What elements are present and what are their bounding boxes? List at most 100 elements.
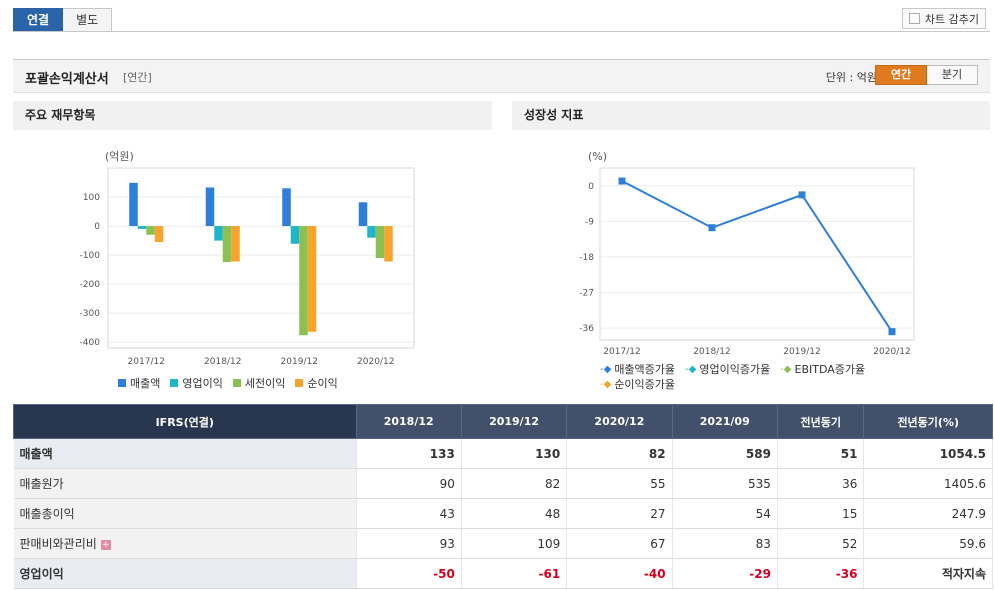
table-row: 영업이익 -50 -61 -40 -29 -36 적자지속	[13, 558, 993, 589]
table-header-col: 전년동기	[776, 404, 865, 439]
row-label-text: 영업이익	[19, 567, 64, 581]
y-tick-label: -200	[80, 280, 101, 290]
y-tick-label: -100	[80, 251, 101, 261]
tab-annual[interactable]: 연간	[875, 65, 927, 85]
table-cell: 52	[777, 528, 865, 559]
tab-separate[interactable]: 별도	[63, 8, 113, 32]
y-tick-label: -9	[585, 217, 594, 227]
tab-consolidated[interactable]: 연결	[13, 8, 64, 32]
legend-swatch	[118, 379, 126, 387]
table-header-col: 2019/12	[460, 404, 568, 439]
legend-label: 매출액	[130, 377, 161, 390]
table-cell: -36	[777, 558, 865, 589]
table-row: 매출원가 90 82 55 535 36 1405.6	[13, 468, 993, 499]
table-cell: 36	[777, 468, 865, 499]
expand-plus-icon[interactable]: +	[100, 539, 111, 550]
bar	[384, 226, 393, 262]
hide-chart-label: 차트 감추기	[924, 12, 979, 26]
table-header-row: IFRS(연결) 2018/12 2019/12 2020/12 2021/09…	[13, 404, 993, 439]
row-label-text: 매출액	[19, 447, 53, 461]
table-cell: 48	[461, 498, 568, 529]
table-cell: -61	[461, 558, 568, 589]
x-tick-label: 2018/12	[693, 347, 730, 357]
bar	[358, 202, 368, 227]
bar	[129, 182, 138, 227]
row-label-text: 매출총이익	[19, 507, 75, 521]
legend-label: 영업이익	[182, 377, 223, 390]
table-cell: 589	[672, 438, 778, 469]
row-label-text: 매출원가	[19, 477, 64, 491]
row-label: 매출총이익	[13, 498, 357, 529]
y-tick-label: 100	[83, 193, 100, 203]
bar	[205, 187, 215, 227]
legend-item: 세전이익	[232, 375, 286, 391]
period-tabs: 연간 분기	[875, 65, 978, 85]
plot-area	[107, 167, 415, 349]
legend-label: 순이익	[307, 377, 338, 390]
legend-marker-icon: -◆	[685, 364, 697, 375]
bar	[214, 226, 223, 241]
table-cell: 247.9	[863, 498, 993, 529]
bar	[146, 226, 155, 235]
y-tick-label: -18	[579, 253, 594, 263]
row-label-text: 판매비와관리비	[19, 537, 97, 551]
legend-item: 영업이익	[170, 375, 223, 391]
table-cell: 109	[461, 528, 568, 559]
table-cell: 90	[356, 468, 462, 499]
bar	[282, 188, 291, 227]
tab-quarterly[interactable]: 분기	[927, 65, 978, 85]
y-axis-unit: (%)	[588, 150, 607, 163]
table-cell: -40	[566, 558, 673, 589]
table-cell: 535	[672, 468, 778, 499]
table-row: 매출총이익 43 48 27 54 15 247.9	[13, 498, 993, 529]
hide-chart-button[interactable]: 차트 감추기	[901, 8, 986, 29]
y-tick-label: 0	[94, 222, 100, 232]
x-tick-label: 2019/12	[281, 357, 318, 367]
y-tick-label: -300	[80, 309, 101, 319]
x-tick-label: 2017/12	[603, 347, 640, 357]
x-tick-label: 2020/12	[873, 347, 910, 357]
bar	[231, 226, 240, 262]
statement-title-bar: 포괄손익계산서 [연간] 단위 : 억원 연간 분기	[13, 59, 990, 93]
x-tick-label: 2018/12	[204, 357, 241, 367]
bar	[222, 226, 232, 263]
table-cell: 43	[356, 498, 462, 529]
table-cell: 133	[356, 438, 462, 469]
tabs-divider	[13, 31, 990, 32]
financials-bar-chart: (억원) 100 0 -100 -200 -300 -400 2017/12 2018/12 20…	[80, 150, 415, 367]
legend-item: -◆ 순이익증가율	[600, 378, 675, 392]
legend-item: -◆ 영업이익증가율	[685, 363, 770, 377]
table-cell: 1054.5	[863, 438, 993, 469]
table-cell: 15	[777, 498, 865, 529]
section-key-financials: 주요 재무항목	[13, 101, 492, 130]
bar	[367, 226, 376, 238]
legend-item: -◆ 매출액증가율	[600, 363, 675, 377]
table-header-ifrs: IFRS(연결)	[13, 404, 357, 439]
table-cell: -29	[672, 558, 778, 589]
legend-label: 매출액증가율	[614, 363, 676, 376]
page-title: 포괄손익계산서	[25, 72, 109, 87]
table-header-col: 2021/09	[671, 404, 778, 439]
bar	[375, 226, 385, 258]
bar	[137, 226, 147, 229]
legend-item: 순이익	[295, 375, 338, 391]
data-point	[888, 328, 896, 336]
data-point	[798, 191, 806, 199]
table-cell: 93	[356, 528, 462, 559]
legend-label: 세전이익	[244, 377, 286, 390]
section-growth-indicators: 성장성 지표	[512, 101, 990, 130]
table-cell: 54	[672, 498, 778, 529]
legend-swatch	[170, 379, 179, 387]
statement-type-tabs: 연결 별도	[13, 8, 113, 32]
y-tick-label: -36	[579, 324, 594, 334]
x-tick-label: 2017/12	[128, 357, 165, 367]
table-header-col: 전년동기(%)	[863, 404, 993, 439]
legend-swatch	[295, 379, 304, 387]
table-cell: 130	[461, 438, 568, 469]
x-tick-label: 2019/12	[783, 347, 820, 357]
data-point	[618, 177, 626, 185]
table-cell: 82	[461, 468, 568, 499]
table-cell: 27	[566, 498, 673, 529]
unit-label: 단위 : 억원	[825, 71, 877, 84]
bar-chart-legend: 매출액 영업이익 세전이익 순이익	[118, 375, 348, 391]
